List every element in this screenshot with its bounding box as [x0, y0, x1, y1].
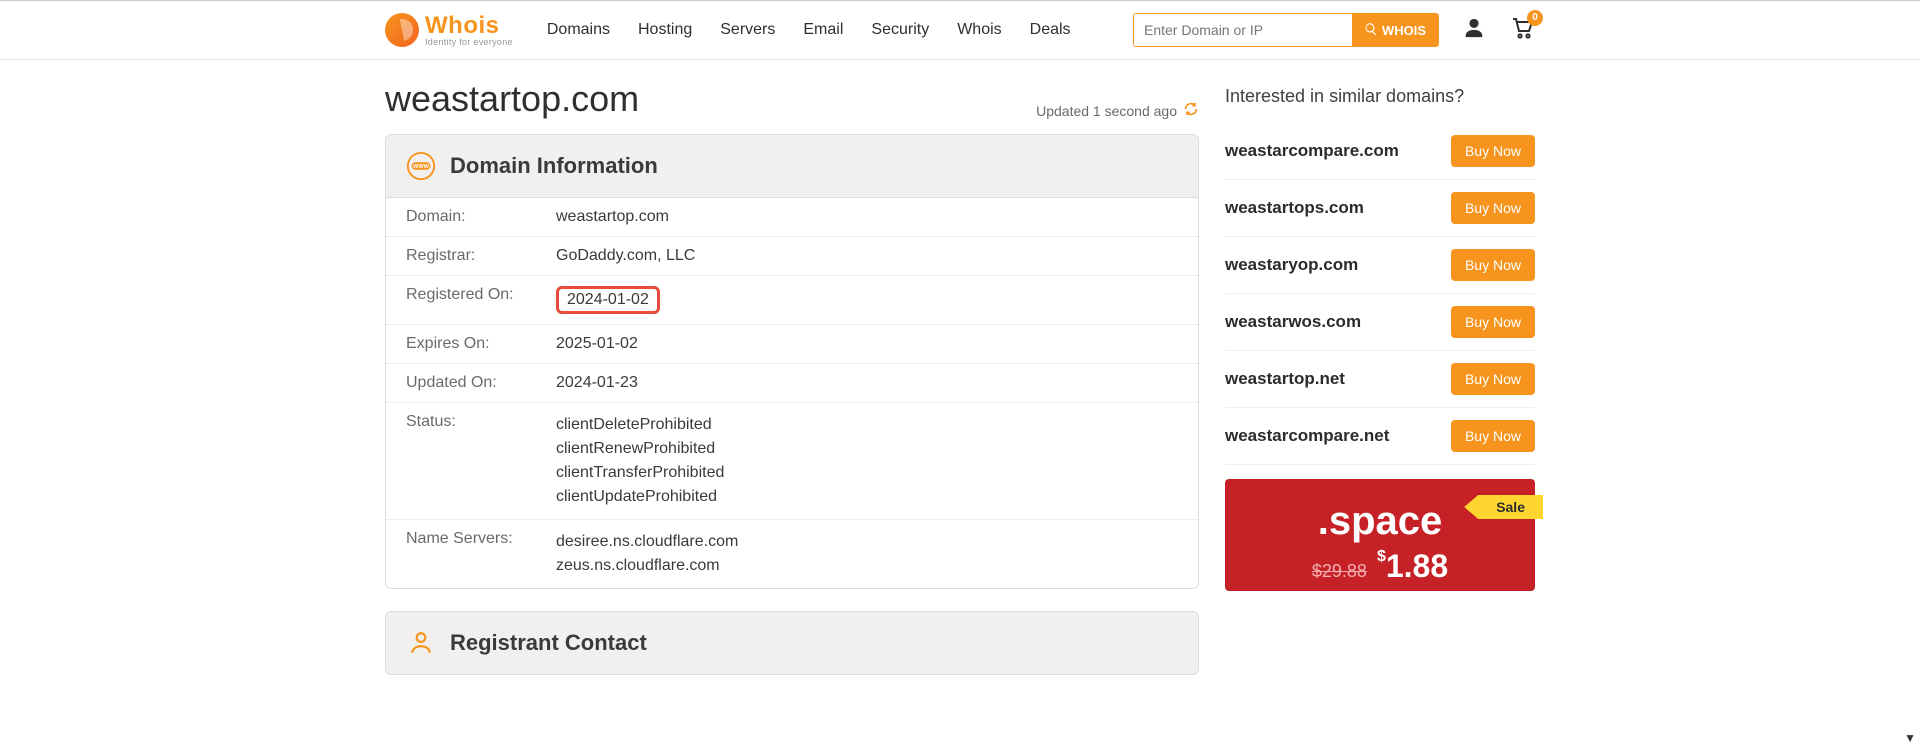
similar-domain: weastarcompare.net: [1225, 426, 1389, 446]
refresh-icon[interactable]: [1183, 101, 1199, 120]
nav-hosting[interactable]: Hosting: [638, 21, 692, 39]
buy-now-button[interactable]: Buy Now: [1451, 306, 1535, 338]
registrant-panel: Registrant Contact: [385, 611, 1199, 675]
info-row-registrar: Registrar: GoDaddy.com, LLC: [386, 237, 1198, 276]
ns-line: desiree.ns.cloudflare.com: [556, 530, 1178, 554]
whois-search: WHOIS: [1133, 13, 1439, 47]
info-label: Updated On:: [406, 374, 556, 392]
logo-tagline: Identity for everyone: [425, 38, 513, 47]
nav-deals[interactable]: Deals: [1030, 21, 1071, 39]
updated-status: Updated 1 second ago: [1036, 101, 1199, 120]
similar-domain: weastartops.com: [1225, 198, 1364, 218]
info-value: GoDaddy.com, LLC: [556, 247, 1178, 265]
sale-tag: Sale: [1478, 495, 1543, 519]
similar-row: weastarcompare.com Buy Now: [1225, 123, 1535, 180]
info-label: Status:: [406, 413, 556, 509]
search-input[interactable]: [1134, 14, 1352, 46]
info-label: Registered On:: [406, 286, 556, 314]
similar-title: Interested in similar domains?: [1225, 86, 1535, 107]
similar-row: weastaryop.com Buy Now: [1225, 237, 1535, 294]
top-nav: Whois Identity for everyone Domains Host…: [0, 0, 1920, 60]
nav-email[interactable]: Email: [803, 21, 843, 39]
www-icon: WWW: [406, 151, 436, 181]
domain-info-panel: WWW Domain Information Domain: weastarto…: [385, 134, 1199, 589]
status-line: clientDeleteProhibited: [556, 413, 1178, 437]
person-icon: [406, 628, 436, 658]
buy-now-button[interactable]: Buy Now: [1451, 420, 1535, 452]
logo[interactable]: Whois Identity for everyone: [385, 13, 513, 47]
nav-servers[interactable]: Servers: [720, 21, 775, 39]
info-label: Registrar:: [406, 247, 556, 265]
similar-row: weastarcompare.net Buy Now: [1225, 408, 1535, 465]
logo-mark-icon: [385, 13, 419, 47]
status-line: clientRenewProhibited: [556, 437, 1178, 461]
similar-row: weastartops.com Buy Now: [1225, 180, 1535, 237]
ns-line: zeus.ns.cloudflare.com: [556, 554, 1178, 578]
similar-domain: weastarcompare.com: [1225, 141, 1399, 161]
chevron-down-icon[interactable]: ▼: [1904, 731, 1916, 745]
registrant-title: Registrant Contact: [450, 630, 647, 656]
cart-icon[interactable]: 0: [1509, 16, 1535, 45]
search-button-label: WHOIS: [1382, 23, 1426, 38]
promo-banner[interactable]: Sale .space $29.88 $1.88: [1225, 479, 1535, 591]
nav-domains[interactable]: Domains: [547, 21, 610, 39]
info-value: 2024-01-23: [556, 374, 1178, 392]
promo-new-price: $1.88: [1377, 548, 1448, 585]
info-label: Expires On:: [406, 335, 556, 353]
nav-whois[interactable]: Whois: [957, 21, 1001, 39]
info-value: 2024-01-02: [556, 286, 1178, 314]
svg-text:WWW: WWW: [413, 164, 430, 170]
status-line: clientTransferProhibited: [556, 461, 1178, 485]
info-row-expires: Expires On: 2025-01-02: [386, 325, 1198, 364]
info-label: Name Servers:: [406, 530, 556, 578]
info-row-updated: Updated On: 2024-01-23: [386, 364, 1198, 403]
info-row-status: Status: clientDeleteProhibited clientRen…: [386, 403, 1198, 520]
similar-domain: weastartop.net: [1225, 369, 1345, 389]
search-icon: [1364, 22, 1378, 39]
info-row-registered: Registered On: 2024-01-02: [386, 276, 1198, 325]
domain-info-title: Domain Information: [450, 153, 658, 179]
info-value: weastartop.com: [556, 208, 1178, 226]
info-row-nameservers: Name Servers: desiree.ns.cloudflare.com …: [386, 520, 1198, 588]
buy-now-button[interactable]: Buy Now: [1451, 363, 1535, 395]
buy-now-button[interactable]: Buy Now: [1451, 135, 1535, 167]
buy-now-button[interactable]: Buy Now: [1451, 249, 1535, 281]
nav-security[interactable]: Security: [871, 21, 929, 39]
info-label: Domain:: [406, 208, 556, 226]
search-button[interactable]: WHOIS: [1352, 14, 1438, 46]
similar-domain: weastaryop.com: [1225, 255, 1358, 275]
info-value: clientDeleteProhibited clientRenewProhib…: [556, 413, 1178, 509]
promo-old-price: $29.88: [1312, 561, 1367, 582]
info-row-domain: Domain: weastartop.com: [386, 198, 1198, 237]
logo-text: Whois: [425, 14, 513, 38]
buy-now-button[interactable]: Buy Now: [1451, 192, 1535, 224]
info-value: 2025-01-02: [556, 335, 1178, 353]
page-title: weastartop.com: [385, 78, 639, 120]
cart-count-badge: 0: [1527, 10, 1543, 26]
status-line: clientUpdateProhibited: [556, 485, 1178, 509]
highlighted-registered-date: 2024-01-02: [556, 286, 660, 314]
account-icon[interactable]: [1463, 17, 1485, 44]
similar-row: weastarwos.com Buy Now: [1225, 294, 1535, 351]
updated-text: Updated 1 second ago: [1036, 103, 1177, 119]
similar-domain: weastarwos.com: [1225, 312, 1361, 332]
similar-row: weastartop.net Buy Now: [1225, 351, 1535, 408]
info-value: desiree.ns.cloudflare.com zeus.ns.cloudf…: [556, 530, 1178, 578]
primary-nav: Domains Hosting Servers Email Security W…: [547, 21, 1071, 39]
